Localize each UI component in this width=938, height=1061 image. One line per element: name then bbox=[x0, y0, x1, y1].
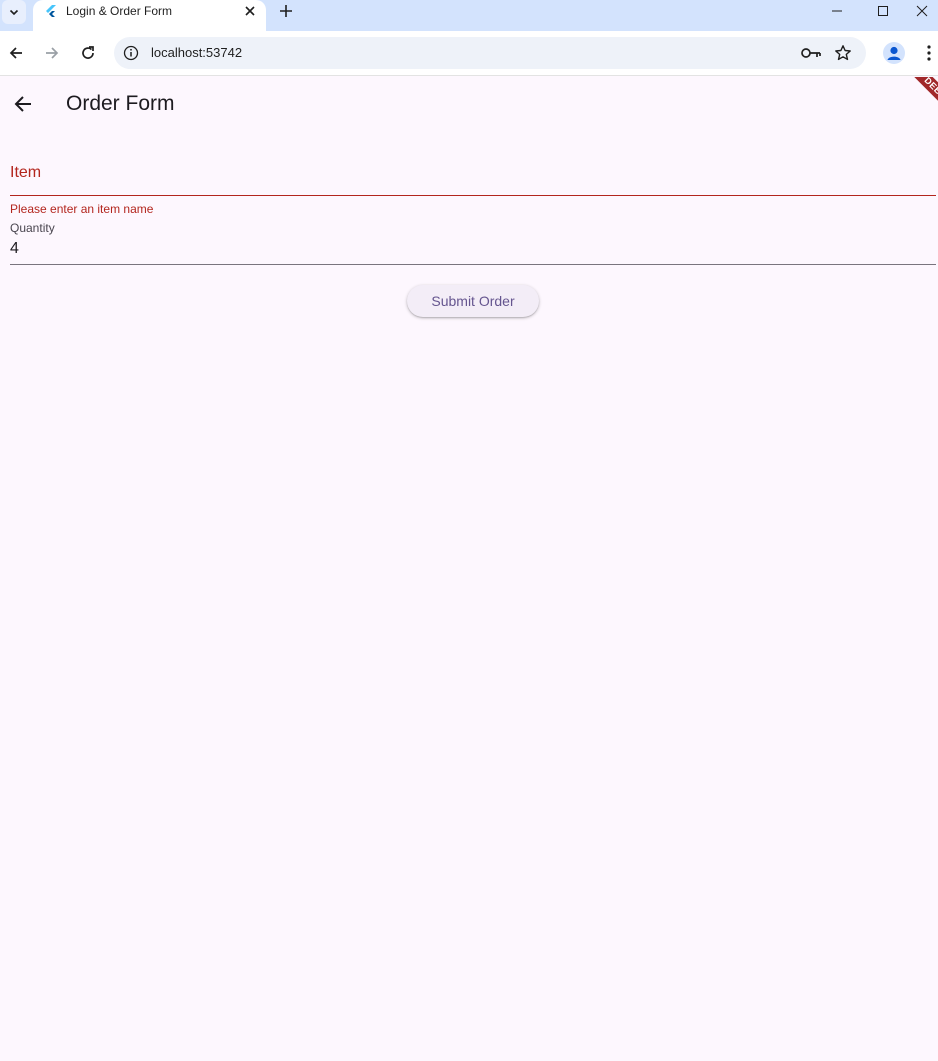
arrow-right-icon bbox=[46, 47, 59, 59]
forward-nav-button[interactable] bbox=[40, 41, 64, 65]
quantity-field-label: Quantity bbox=[10, 221, 55, 235]
close-icon bbox=[916, 5, 928, 17]
address-bar[interactable]: localhost:53742 bbox=[114, 37, 866, 69]
back-button[interactable] bbox=[8, 89, 38, 119]
minimize-icon bbox=[832, 10, 842, 12]
quantity-field-value[interactable]: 4 bbox=[10, 240, 19, 258]
app-viewport: Order Form DEBUG Item Please enter an it… bbox=[0, 77, 938, 1061]
url-text[interactable]: localhost:53742 bbox=[151, 45, 242, 60]
browser-tab-strip: Login & Order Form bbox=[0, 0, 938, 31]
profile-avatar[interactable] bbox=[883, 42, 905, 64]
site-info-icon[interactable] bbox=[123, 45, 139, 61]
maximize-icon bbox=[878, 6, 888, 16]
more-menu-icon[interactable] bbox=[921, 43, 937, 63]
new-tab-icon[interactable] bbox=[277, 2, 295, 20]
reload-icon bbox=[82, 46, 94, 59]
maximize-window-button[interactable] bbox=[860, 0, 906, 22]
arrow-back-icon bbox=[14, 96, 31, 112]
flutter-favicon-icon bbox=[46, 5, 56, 17]
quantity-field[interactable]: Quantity 4 bbox=[10, 218, 936, 266]
item-field-label: Item bbox=[10, 164, 42, 181]
back-nav-button[interactable] bbox=[4, 41, 28, 65]
app-bar: Order Form bbox=[0, 77, 938, 133]
password-key-icon[interactable] bbox=[800, 44, 822, 62]
item-field-underline bbox=[10, 195, 936, 196]
minimize-window-button[interactable] bbox=[814, 0, 860, 22]
page-title: Order Form bbox=[66, 92, 175, 115]
submit-order-button[interactable]: Submit Order bbox=[407, 285, 539, 317]
tab-search-button[interactable] bbox=[2, 0, 26, 24]
bookmark-star-icon[interactable] bbox=[834, 44, 852, 62]
quantity-field-underline bbox=[10, 264, 936, 265]
tab-title: Login & Order Form bbox=[66, 4, 173, 18]
chevron-down-icon bbox=[9, 9, 19, 16]
person-icon bbox=[887, 46, 901, 60]
browser-toolbar: localhost:53742 bbox=[0, 31, 938, 76]
item-field[interactable]: Item bbox=[10, 149, 936, 197]
browser-tab-active[interactable]: Login & Order Form bbox=[33, 0, 266, 31]
arrow-left-icon bbox=[9, 47, 22, 59]
item-field-error: Please enter an item name bbox=[10, 202, 154, 216]
close-window-button[interactable] bbox=[906, 0, 938, 22]
reload-button[interactable] bbox=[76, 41, 100, 65]
close-tab-icon[interactable] bbox=[242, 3, 258, 19]
